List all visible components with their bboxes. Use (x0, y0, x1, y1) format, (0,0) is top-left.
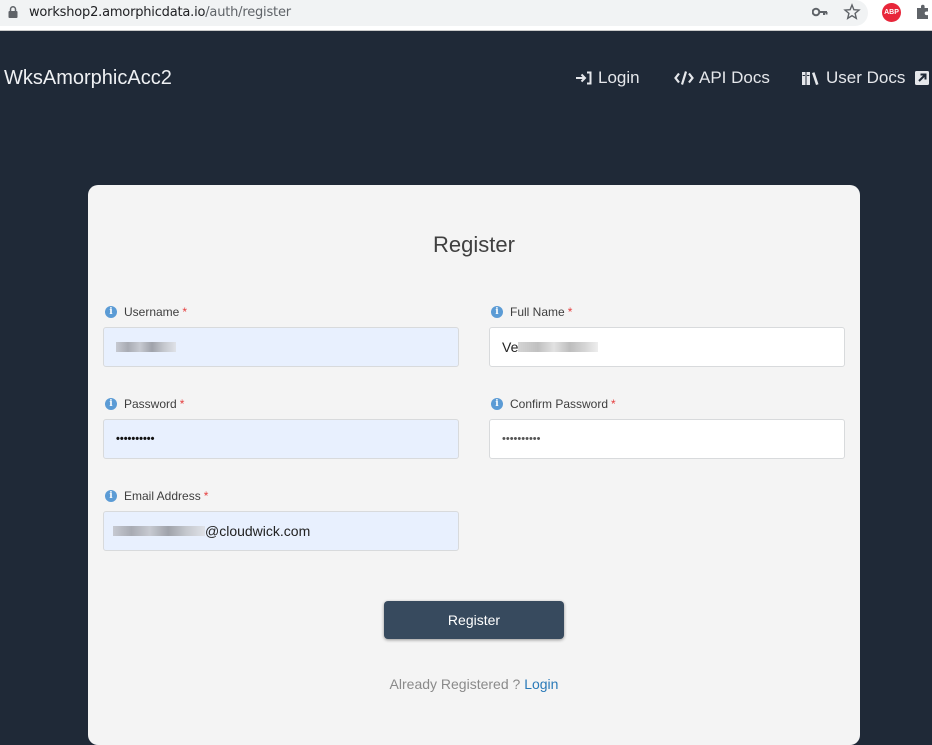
nav-api-docs-label: API Docs (699, 68, 770, 87)
password-label-text: Password (124, 397, 177, 411)
register-card: Register i Username * i Full Name * Ve i… (88, 185, 860, 745)
required-marker: * (182, 305, 188, 319)
password-value: •••••••••• (116, 433, 155, 445)
username-label-text: Username (124, 305, 180, 319)
required-marker: * (611, 397, 616, 411)
username-input[interactable] (103, 327, 459, 367)
top-navbar: WksAmorphicAcc2 Login API Docs User Docs (0, 31, 932, 121)
confirm-password-input[interactable]: •••••••••• (489, 419, 845, 459)
sign-in-icon (576, 71, 592, 85)
redacted-value (518, 342, 599, 352)
confirm-password-label: i Confirm Password * (491, 397, 616, 411)
full-name-label-text: Full Name (510, 305, 565, 319)
required-marker: * (567, 305, 573, 319)
info-icon[interactable]: i (491, 306, 503, 318)
address-bar[interactable]: workshop2.amorphicdata.io/auth/register (0, 0, 868, 26)
adblock-plus-icon[interactable]: ABP (882, 3, 901, 22)
password-input[interactable]: •••••••••• (103, 419, 459, 459)
login-link[interactable]: Login (524, 676, 558, 692)
redacted-value (116, 342, 176, 352)
code-icon (674, 71, 694, 85)
info-icon[interactable]: i (105, 490, 117, 502)
full-name-input[interactable]: Ve (489, 327, 845, 367)
books-icon (802, 72, 819, 85)
register-button[interactable]: Register (384, 601, 564, 639)
username-label: i Username * (105, 305, 187, 319)
redacted-value (113, 526, 205, 536)
url-text[interactable]: workshop2.amorphicdata.io/auth/register (29, 5, 291, 20)
page-title: Register (433, 232, 515, 257)
nav-user-docs-label: User Docs (826, 68, 906, 87)
nav-api-docs-link[interactable]: API Docs (674, 68, 770, 88)
info-icon[interactable]: i (105, 398, 117, 410)
already-registered-text: Already Registered ? (389, 676, 521, 692)
nav-user-docs-link[interactable]: User Docs (801, 68, 930, 88)
already-registered: Already Registered ? Login (88, 676, 860, 692)
confirm-password-label-text: Confirm Password (510, 397, 609, 411)
required-marker: * (203, 489, 209, 503)
nav-login-link[interactable]: Login (575, 68, 640, 88)
extensions-puzzle-icon[interactable] (914, 3, 932, 21)
email-label-text: Email Address (124, 489, 201, 503)
email-input[interactable]: @cloudwick.com (103, 511, 459, 551)
url-path: /auth/register (205, 5, 291, 20)
browser-toolbar: workshop2.amorphicdata.io/auth/register … (0, 0, 932, 31)
email-label: i Email Address * (105, 489, 208, 503)
password-key-icon[interactable] (812, 6, 828, 18)
full-name-prefix: Ve (502, 339, 519, 355)
required-marker: * (179, 397, 185, 411)
url-host: workshop2.amorphicdata.io (29, 5, 206, 20)
external-link-icon (915, 71, 930, 85)
full-name-label: i Full Name * (491, 305, 572, 319)
info-icon[interactable]: i (105, 306, 117, 318)
confirm-password-value: •••••••••• (502, 433, 541, 445)
brand-title[interactable]: WksAmorphicAcc2 (4, 67, 172, 90)
info-icon[interactable]: i (491, 398, 503, 410)
bookmark-star-icon[interactable] (843, 3, 861, 21)
password-label: i Password * (105, 397, 184, 411)
lock-icon (8, 6, 18, 18)
nav-login-label: Login (598, 68, 640, 87)
email-domain: @cloudwick.com (205, 523, 311, 539)
